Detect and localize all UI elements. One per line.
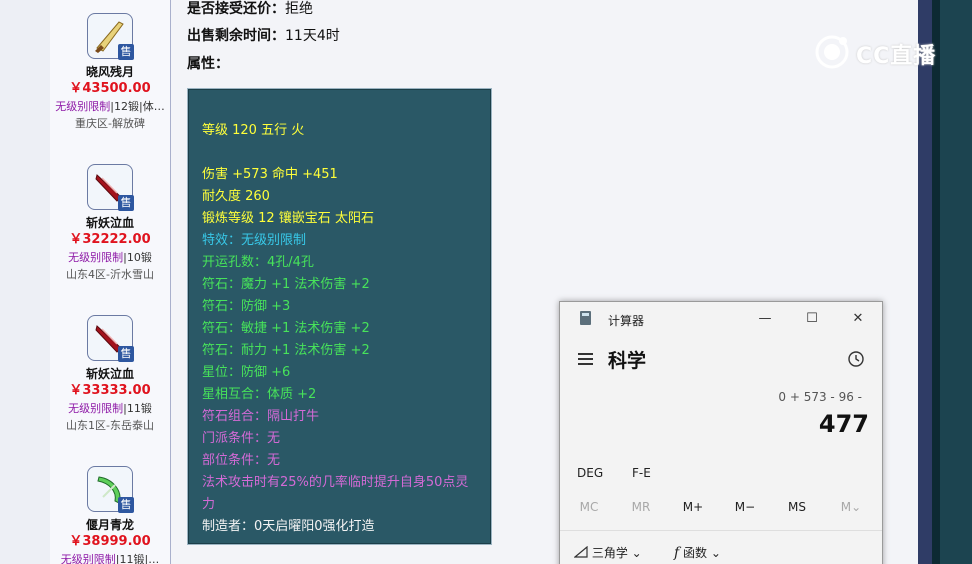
bargain-row: 是否接受还价：拒绝 [187, 0, 313, 18]
attr-line: 伤害 +573 命中 +451 [202, 167, 338, 182]
screen: 售 晓风残月 ￥43500.00 无级别限制|12锻|体… 重庆区-解放碑 售 … [0, 0, 972, 564]
item-server: 山东4区-沂水雪山 [66, 268, 154, 281]
attribute-panel: 等级 120 五行 火 伤害 +573 命中 +451 耐久度 260 锻炼等级… [187, 88, 492, 545]
mr-button[interactable]: MR [615, 500, 667, 514]
item-level: 无级别限制 [60, 553, 116, 564]
item-name[interactable]: 偃月青龙 [50, 517, 170, 533]
attr-line: 符石：敏捷 +1 法术伤害 +2 [202, 321, 370, 336]
item-server: 重庆区-解放碑 [75, 117, 145, 130]
listing-item[interactable]: 售 斩妖泣血 ￥33333.00 无级别限制|11锻 山东1区-东岳泰山 [50, 315, 170, 434]
item-price: ￥33333.00 [69, 383, 151, 398]
cc-logo-icon [815, 35, 849, 69]
calc-expression: 0 + 573 - 96 - [778, 390, 862, 404]
item-limit: 无级别限制|10锻 [50, 249, 170, 266]
listing-item[interactable]: 售 斩妖泣血 ￥32222.00 无级别限制|10锻 山东4区-沂水雪山 [50, 164, 170, 283]
item-server: 山东1区-东岳泰山 [66, 419, 154, 432]
item-level: 无级别限制 [68, 251, 124, 264]
item-icon[interactable]: 售 [87, 164, 134, 211]
calc-result: 477 [818, 410, 869, 438]
attr-line: 门派条件：无 [202, 431, 281, 446]
mminus-button[interactable]: M− [719, 500, 771, 514]
attr-line: 耐久度 260 [202, 189, 270, 204]
item-icon[interactable]: 售 [87, 13, 134, 60]
mc-button[interactable]: MC [563, 500, 615, 514]
fe-button[interactable]: F-E [632, 466, 651, 480]
history-icon[interactable] [847, 350, 865, 368]
trig-label: 三角学 [591, 546, 628, 560]
item-extra: |10锻 [123, 251, 152, 264]
attr-line: 开运孔数：4孔/4孔 [202, 255, 314, 270]
sale-badge: 售 [118, 346, 134, 362]
attr-line: 符石：防御 +3 [202, 299, 291, 314]
item-price: ￥32222.00 [69, 232, 151, 247]
item-name[interactable]: 斩妖泣血 [50, 366, 170, 382]
attr-line: 符石：耐力 +1 法术伤害 +2 [202, 343, 370, 358]
time-value: 11天4时 [285, 28, 340, 44]
attr-line: 星位：防御 +6 [202, 365, 291, 380]
item-limit: 无级别限制|12锻|体… [50, 98, 170, 115]
attr-line: 等级 120 五行 火 [202, 123, 305, 138]
deg-button[interactable]: DEG [577, 466, 603, 480]
item-level: 无级别限制 [68, 402, 124, 415]
memory-list-button[interactable]: M⌄ [825, 500, 877, 514]
calculator-window[interactable]: 计算器 — ☐ ✕ 科学 0 + 573 - 96 - 477 DEG F-E … [559, 301, 883, 564]
attr-line: 力 [202, 497, 216, 512]
attr-line: 法术攻击时有25%的几率临时提升自身50点灵 [202, 475, 469, 490]
attr-line: 制造者：0天启曜阳0强化打造 [202, 519, 375, 534]
attr-line: 星相互合：体质 +2 [202, 387, 317, 402]
watermark-text: CC直播 [856, 44, 937, 69]
item-price: ￥43500.00 [69, 81, 151, 96]
listing-item[interactable]: 售 偃月青龙 ￥38999.00 无级别限制|11锻|… [50, 466, 170, 564]
function-dropdown[interactable]: f 函数 ⌄ [674, 544, 721, 561]
item-icon[interactable]: 售 [87, 466, 134, 513]
maximize-button[interactable]: ☐ [797, 307, 827, 331]
calculator-title: 计算器 [608, 314, 645, 328]
sale-badge: 售 [118, 44, 134, 60]
sale-badge: 售 [118, 497, 134, 513]
mplus-button[interactable]: M+ [667, 500, 719, 514]
close-button[interactable]: ✕ [843, 307, 873, 331]
chevron-down-icon: ⌄ [631, 546, 642, 560]
attr-line: 符石组合：隔山打牛 [202, 409, 320, 424]
time-label: 出售剩余时间： [187, 28, 285, 44]
ms-button[interactable]: MS [771, 500, 823, 514]
listing-item[interactable]: 售 晓风残月 ￥43500.00 无级别限制|12锻|体… 重庆区-解放碑 [50, 13, 170, 132]
calculator-mode: 科学 [608, 350, 647, 372]
triangle-icon [573, 545, 588, 558]
time-row: 出售剩余时间：11天4时 [187, 25, 340, 45]
attr-row: 属性： [187, 53, 229, 73]
attr-line: 特效：无级别限制 [202, 233, 307, 248]
right-frame [918, 0, 972, 564]
item-limit: 无级别限制|11锻 [50, 400, 170, 417]
menu-icon[interactable] [578, 353, 593, 368]
function-icon: f [674, 545, 680, 561]
bargain-value: 拒绝 [285, 1, 313, 17]
item-icon[interactable]: 售 [87, 315, 134, 362]
item-limit: 无级别限制|11锻|… [50, 551, 170, 564]
attr-line: 符石：魔力 +1 法术伤害 +2 [202, 277, 370, 292]
calc-separator [560, 530, 882, 531]
cc-watermark: CC直播 [814, 34, 944, 70]
listing-sidebar: 售 晓风残月 ￥43500.00 无级别限制|12锻|体… 重庆区-解放碑 售 … [50, 0, 171, 564]
item-level: 无级别限制 [55, 100, 111, 113]
trig-dropdown[interactable]: 三角学 ⌄ [573, 544, 642, 561]
sale-badge: 售 [118, 195, 134, 211]
item-price: ￥38999.00 [69, 534, 151, 549]
item-name[interactable]: 斩妖泣血 [50, 215, 170, 231]
function-label: 函数 [683, 546, 708, 560]
attr-line: 部位条件：无 [202, 453, 281, 468]
attr-label: 属性： [187, 56, 229, 72]
calculator-app-icon [580, 311, 591, 325]
bargain-label: 是否接受还价： [187, 1, 285, 17]
minimize-button[interactable]: — [750, 307, 780, 331]
attr-line: 锻炼等级 12 镶嵌宝石 太阳石 [202, 211, 374, 226]
item-extra: |11锻|… [115, 553, 160, 564]
item-name[interactable]: 晓风残月 [50, 64, 170, 80]
left-margin [0, 0, 50, 564]
item-extra: |11锻 [123, 402, 152, 415]
chevron-down-icon: ⌄ [710, 546, 721, 560]
item-extra: |12锻|体… [110, 100, 165, 113]
